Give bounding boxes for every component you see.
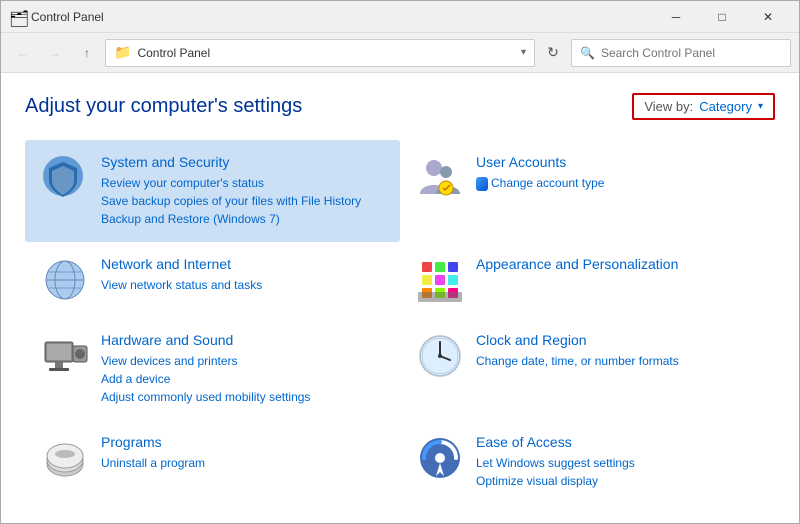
clock-region-links: Change date, time, or number formats — [476, 352, 759, 370]
forward-button[interactable]: → — [41, 39, 69, 67]
minimize-button[interactable]: ─ — [653, 1, 699, 33]
user-accounts-content: User Accounts Change account type — [476, 154, 759, 192]
window-title: Control Panel — [31, 10, 104, 24]
network-internet-links: View network status and tasks — [101, 276, 384, 294]
title-bar-controls: ─ □ ✕ — [653, 1, 791, 33]
system-security-link-3[interactable]: Backup and Restore (Windows 7) — [101, 210, 384, 228]
close-button[interactable]: ✕ — [745, 1, 791, 33]
ease-of-access-title[interactable]: Ease of Access — [476, 434, 572, 450]
item-user-accounts[interactable]: User Accounts Change account type — [400, 140, 775, 242]
programs-links: Uninstall a program — [101, 454, 384, 472]
search-input[interactable] — [601, 46, 782, 60]
search-field[interactable]: 🔍 — [571, 39, 791, 67]
maximize-button[interactable]: □ — [699, 1, 745, 33]
clock-region-title[interactable]: Clock and Region — [476, 332, 587, 348]
user-accounts-links: Change account type — [476, 174, 759, 192]
view-by-value: Category — [699, 99, 752, 114]
item-ease-of-access[interactable]: Ease of Access Let Windows suggest setti… — [400, 420, 775, 504]
item-clock-region[interactable]: Clock and Region Change date, time, or n… — [400, 318, 775, 420]
ease-of-access-links: Let Windows suggest settings Optimize vi… — [476, 454, 759, 490]
appearance-icon — [416, 256, 464, 304]
address-bar: ← → ↑ 📁 Control Panel ▾ ↻ 🔍 — [1, 33, 799, 73]
item-system-security[interactable]: System and Security Review your computer… — [25, 140, 400, 242]
view-by-arrow-icon: ▾ — [758, 101, 763, 112]
programs-link-1[interactable]: Uninstall a program — [101, 454, 384, 472]
system-security-title[interactable]: System and Security — [101, 154, 229, 170]
user-accounts-title[interactable]: User Accounts — [476, 154, 566, 170]
system-security-link-1[interactable]: Review your computer's status — [101, 174, 384, 192]
network-internet-content: Network and Internet View network status… — [101, 256, 384, 294]
address-dropdown-icon[interactable]: ▾ — [521, 47, 526, 58]
user-accounts-icon — [416, 154, 464, 202]
item-hardware-sound[interactable]: Hardware and Sound View devices and prin… — [25, 318, 400, 420]
appearance-content: Appearance and Personalization — [476, 256, 759, 274]
address-text: Control Panel — [137, 46, 515, 60]
hardware-sound-content: Hardware and Sound View devices and prin… — [101, 332, 384, 406]
clock-region-icon — [416, 332, 464, 380]
content-header: Adjust your computer's settings View by:… — [25, 93, 775, 120]
ease-of-access-link-2[interactable]: Optimize visual display — [476, 472, 759, 490]
hardware-sound-link-2[interactable]: Add a device — [101, 370, 384, 388]
items-grid: System and Security Review your computer… — [25, 140, 775, 504]
search-icon: 🔍 — [580, 46, 595, 60]
clock-region-content: Clock and Region Change date, time, or n… — [476, 332, 759, 370]
main-content: Adjust your computer's settings View by:… — [1, 73, 799, 523]
programs-icon — [41, 434, 89, 482]
system-security-content: System and Security Review your computer… — [101, 154, 384, 228]
item-network-internet[interactable]: Network and Internet View network status… — [25, 242, 400, 318]
network-internet-link-1[interactable]: View network status and tasks — [101, 276, 384, 294]
address-field[interactable]: 📁 Control Panel ▾ — [105, 39, 535, 67]
hardware-sound-icon — [41, 332, 89, 380]
ease-of-access-link-1[interactable]: Let Windows suggest settings — [476, 454, 759, 472]
system-security-link-2[interactable]: Save backup copies of your files with Fi… — [101, 192, 384, 210]
back-button[interactable]: ← — [9, 39, 37, 67]
item-programs[interactable]: Programs Uninstall a program — [25, 420, 400, 504]
hardware-sound-title[interactable]: Hardware and Sound — [101, 332, 233, 348]
page-title: Adjust your computer's settings — [25, 95, 302, 118]
up-button[interactable]: ↑ — [73, 39, 101, 67]
hardware-sound-link-3[interactable]: Adjust commonly used mobility settings — [101, 388, 384, 406]
programs-title[interactable]: Programs — [101, 434, 162, 450]
title-bar-left: 🗂 Control Panel — [9, 9, 104, 25]
view-by-label: View by: — [644, 99, 693, 114]
item-appearance[interactable]: Appearance and Personalization — [400, 242, 775, 318]
title-bar: 🗂 Control Panel ─ □ ✕ — [1, 1, 799, 33]
network-internet-title[interactable]: Network and Internet — [101, 256, 231, 272]
clock-region-link-1[interactable]: Change date, time, or number formats — [476, 352, 759, 370]
refresh-button[interactable]: ↻ — [539, 39, 567, 67]
programs-content: Programs Uninstall a program — [101, 434, 384, 472]
hardware-sound-link-1[interactable]: View devices and printers — [101, 352, 384, 370]
window: 🗂 Control Panel ─ □ ✕ ← → ↑ 📁 Control Pa… — [0, 0, 800, 524]
window-icon: 🗂 — [9, 9, 25, 25]
appearance-title[interactable]: Appearance and Personalization — [476, 256, 678, 272]
hardware-sound-links: View devices and printers Add a device A… — [101, 352, 384, 406]
ease-of-access-icon — [416, 434, 464, 482]
view-by-control[interactable]: View by: Category ▾ — [632, 93, 775, 120]
system-security-links: Review your computer's status Save backu… — [101, 174, 384, 228]
network-internet-icon — [41, 256, 89, 304]
address-icon: 📁 — [114, 44, 131, 61]
ease-of-access-content: Ease of Access Let Windows suggest setti… — [476, 434, 759, 490]
system-security-icon — [41, 154, 89, 202]
user-accounts-link-1[interactable]: Change account type — [476, 174, 759, 192]
shield-icon — [476, 177, 488, 191]
